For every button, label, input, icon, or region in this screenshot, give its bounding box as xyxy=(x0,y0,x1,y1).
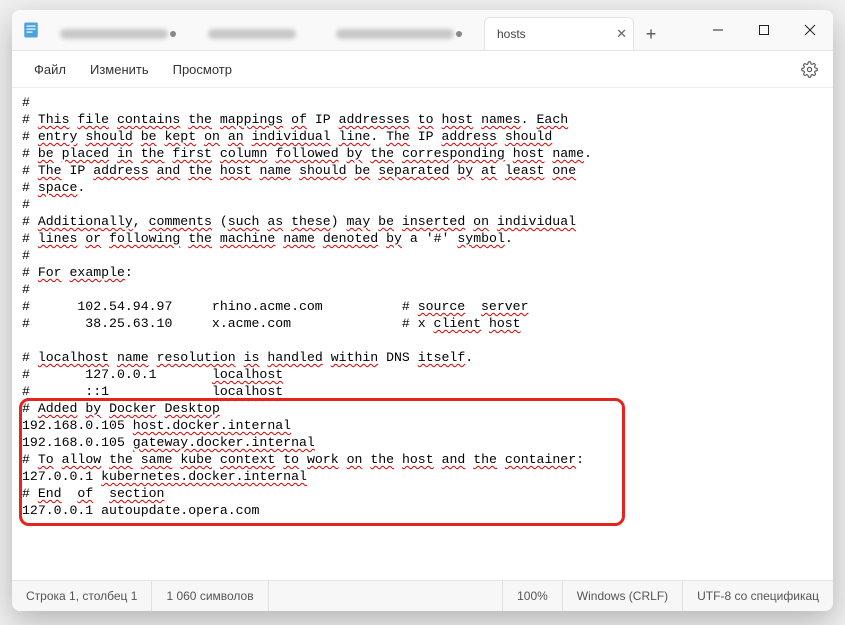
app-icon xyxy=(12,10,50,50)
close-button[interactable] xyxy=(787,10,833,50)
tab-2[interactable] xyxy=(198,18,326,50)
status-zoom[interactable]: 100% xyxy=(503,581,563,611)
status-char-count: 1 060 символов xyxy=(152,581,268,611)
titlebar: hosts ✕ + xyxy=(12,10,833,51)
editor[interactable]: # # This file contains the mappings of I… xyxy=(12,88,833,580)
close-icon[interactable]: ✕ xyxy=(616,26,627,42)
status-cursor-pos: Строка 1, столбец 1 xyxy=(12,581,152,611)
tab-3[interactable] xyxy=(326,18,484,50)
menubar: Файл Изменить Просмотр xyxy=(12,51,833,88)
unsaved-dot-icon xyxy=(170,31,176,37)
statusbar: Строка 1, столбец 1 1 060 символов 100% … xyxy=(12,580,833,611)
tab-hosts[interactable]: hosts ✕ xyxy=(484,17,634,50)
status-encoding: UTF-8 со спецификац xyxy=(683,581,833,611)
menu-view[interactable]: Просмотр xyxy=(161,58,244,81)
unsaved-dot-icon xyxy=(456,31,462,37)
status-eol: Windows (CRLF) xyxy=(563,581,683,611)
menu-file[interactable]: Файл xyxy=(22,58,78,81)
minimize-button[interactable] xyxy=(695,10,741,50)
settings-button[interactable] xyxy=(795,55,823,83)
maximize-button[interactable] xyxy=(741,10,787,50)
tabs: hosts ✕ + xyxy=(50,10,695,50)
notepad-window: hosts ✕ + Файл Изменить Просмотр # # Thi… xyxy=(12,10,833,611)
new-tab-button[interactable]: + xyxy=(634,18,668,50)
tab-1[interactable] xyxy=(50,18,198,50)
status-spacer xyxy=(269,581,503,611)
window-controls xyxy=(695,10,833,50)
menu-edit[interactable]: Изменить xyxy=(78,58,161,81)
tab-label: hosts xyxy=(497,27,526,41)
